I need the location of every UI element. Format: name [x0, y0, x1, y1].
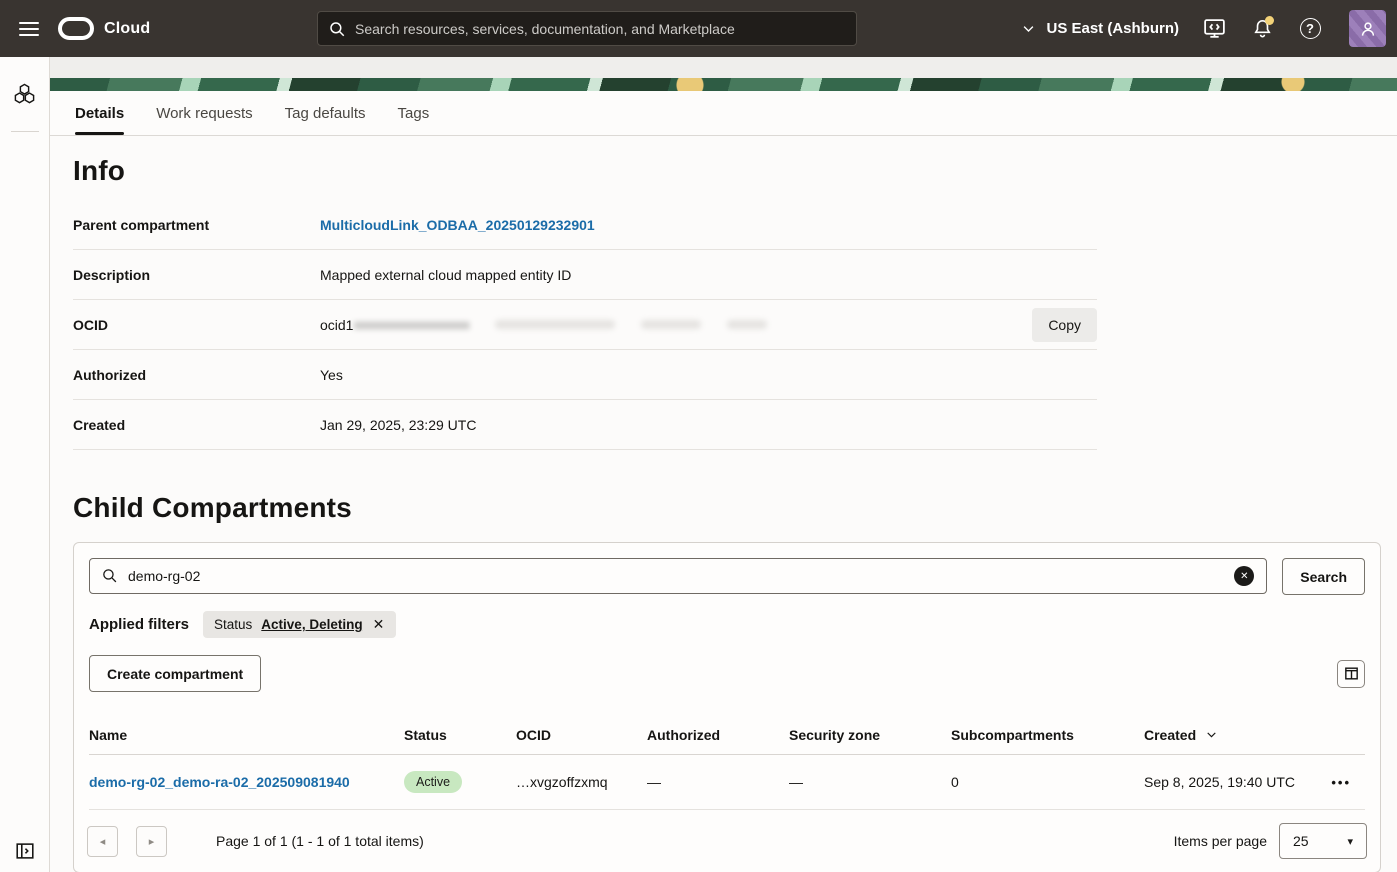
chevron-down-icon	[1021, 21, 1036, 36]
applied-filters-label: Applied filters	[89, 616, 189, 633]
notification-badge	[1265, 16, 1274, 25]
sidebar-divider	[11, 131, 39, 132]
chip-value[interactable]: Active, Deleting	[261, 617, 362, 632]
ocid-smudge	[727, 320, 767, 329]
pagination-text: Page 1 of 1 (1 - 1 of 1 total items)	[216, 833, 424, 849]
parent-compartment-label: Parent compartment	[73, 217, 320, 233]
ocid-redacted: xxxxxxxxxxxxxxxxxxxxx	[353, 317, 469, 332]
global-search-input[interactable]	[355, 21, 846, 37]
info-row-authorized: Authorized Yes	[73, 350, 1097, 400]
col-header-subcompartments: Subcompartments	[951, 727, 1144, 743]
col-header-name: Name	[89, 727, 404, 743]
description-label: Description	[73, 267, 320, 283]
child-compartments-heading: Child Compartments	[73, 492, 1381, 524]
search-icon	[328, 20, 346, 38]
remove-filter-icon[interactable]: ✕	[372, 616, 386, 633]
row-created: Sep 8, 2025, 19:40 UTC	[1144, 774, 1319, 790]
info-rows: Parent compartment MulticloudLink_ODBAA_…	[73, 200, 1097, 450]
status-filter-chip[interactable]: Status Active, Deleting ✕	[203, 611, 396, 638]
page-gap-strip	[50, 57, 1397, 78]
authorized-value: Yes	[320, 367, 1097, 383]
ocid-smudge	[641, 320, 701, 329]
help-icon[interactable]: ?	[1297, 16, 1323, 42]
info-row-ocid: OCID ocid1 xxxxxxxxxxxxxxxxxxxxx Copy	[73, 300, 1097, 350]
select-caret-icon: ▾	[1347, 835, 1353, 848]
tab-tag-defaults[interactable]: Tag defaults	[285, 91, 366, 135]
ocid-value: ocid1 xxxxxxxxxxxxxxxxxxxxx Copy	[320, 308, 1097, 342]
ocid-label: OCID	[73, 317, 320, 333]
compartments-icon[interactable]	[13, 83, 36, 106]
search-icon	[101, 567, 118, 584]
region-label: US East (Ashburn)	[1046, 20, 1179, 37]
created-value: Jan 29, 2025, 23:29 UTC	[320, 417, 1097, 433]
compartment-hero-banner	[50, 78, 1397, 91]
tab-work-requests[interactable]: Work requests	[156, 91, 252, 135]
cloud-shell-icon[interactable]	[1201, 16, 1227, 42]
manage-columns-button[interactable]	[1337, 660, 1365, 688]
row-security-zone: —	[789, 774, 951, 790]
next-page-button[interactable]: ▸	[136, 826, 167, 857]
row-ocid: …xvgzoffzxmq	[516, 774, 647, 790]
tab-bar: Details Work requests Tag defaults Tags	[50, 91, 1397, 136]
sort-chevron-down-icon	[1205, 728, 1218, 741]
user-avatar[interactable]	[1349, 10, 1386, 47]
compartment-search-field: ✕	[89, 558, 1267, 595]
child-compartments-table: Name Status OCID Authorized Security zon…	[89, 715, 1365, 810]
expand-panel-icon[interactable]	[14, 840, 36, 862]
row-subcompartments: 0	[951, 774, 1144, 790]
brand-text: Cloud	[104, 20, 150, 38]
compartment-name-link[interactable]: demo-rg-02_demo-ra-02_202509081940	[89, 774, 350, 790]
brand-logo[interactable]: Cloud	[58, 17, 150, 40]
created-header-label: Created	[1144, 727, 1196, 743]
ocid-prefix: ocid1	[320, 317, 353, 333]
parent-compartment-link[interactable]: MulticloudLink_ODBAA_20250129232901	[320, 217, 595, 233]
child-compartments-card: ✕ Search Applied filters Status Active, …	[73, 542, 1381, 872]
global-search-bar[interactable]	[317, 11, 857, 46]
copy-ocid-button[interactable]: Copy	[1032, 308, 1097, 342]
tab-tags[interactable]: Tags	[398, 91, 430, 135]
notifications-bell-icon[interactable]	[1249, 16, 1275, 42]
col-header-authorized: Authorized	[647, 727, 789, 743]
info-heading: Info	[73, 155, 1381, 187]
table-header-row: Name Status OCID Authorized Security zon…	[89, 715, 1365, 755]
status-badge: Active	[404, 771, 462, 793]
items-per-page-select[interactable]: 25 ▾	[1279, 823, 1367, 859]
info-row-created: Created Jan 29, 2025, 23:29 UTC	[73, 400, 1097, 450]
help-glyph: ?	[1300, 18, 1321, 39]
col-header-security-zone: Security zone	[789, 727, 951, 743]
pagination-bar: ◂ ▸ Page 1 of 1 (1 - 1 of 1 total items)…	[74, 810, 1380, 872]
hamburger-menu-icon[interactable]	[0, 18, 58, 40]
left-sidebar	[0, 57, 50, 872]
content-area: Info Parent compartment MulticloudLink_O…	[50, 136, 1397, 872]
top-bar: Cloud US East (Ashburn)	[0, 0, 1397, 57]
hamburger-bars	[19, 18, 39, 40]
ocid-smudge	[495, 320, 615, 329]
row-authorized: —	[647, 774, 789, 790]
prev-page-button[interactable]: ◂	[87, 826, 118, 857]
table-row: demo-rg-02_demo-ra-02_202509081940 Activ…	[89, 755, 1365, 810]
col-header-created[interactable]: Created	[1144, 727, 1319, 743]
row-actions-menu[interactable]: •••	[1319, 775, 1365, 790]
compartment-search-input[interactable]	[89, 558, 1267, 594]
items-per-page-value: 25	[1293, 833, 1309, 849]
info-row-parent: Parent compartment MulticloudLink_ODBAA_…	[73, 200, 1097, 250]
col-header-ocid: OCID	[516, 727, 647, 743]
create-compartment-button[interactable]: Create compartment	[89, 655, 261, 692]
description-value: Mapped external cloud mapped entity ID	[320, 267, 1097, 283]
col-header-status: Status	[404, 727, 516, 743]
chip-prefix: Status	[214, 617, 252, 632]
authorized-label: Authorized	[73, 367, 320, 383]
info-row-description: Description Mapped external cloud mapped…	[73, 250, 1097, 300]
created-label: Created	[73, 417, 320, 433]
search-button[interactable]: Search	[1282, 558, 1365, 595]
items-per-page-label: Items per page	[1174, 833, 1267, 849]
region-selector[interactable]: US East (Ashburn)	[1021, 20, 1179, 37]
topbar-right-cluster: US East (Ashburn) ?	[1021, 0, 1397, 57]
tab-details[interactable]: Details	[75, 91, 124, 135]
oracle-logo-icon	[58, 17, 94, 40]
